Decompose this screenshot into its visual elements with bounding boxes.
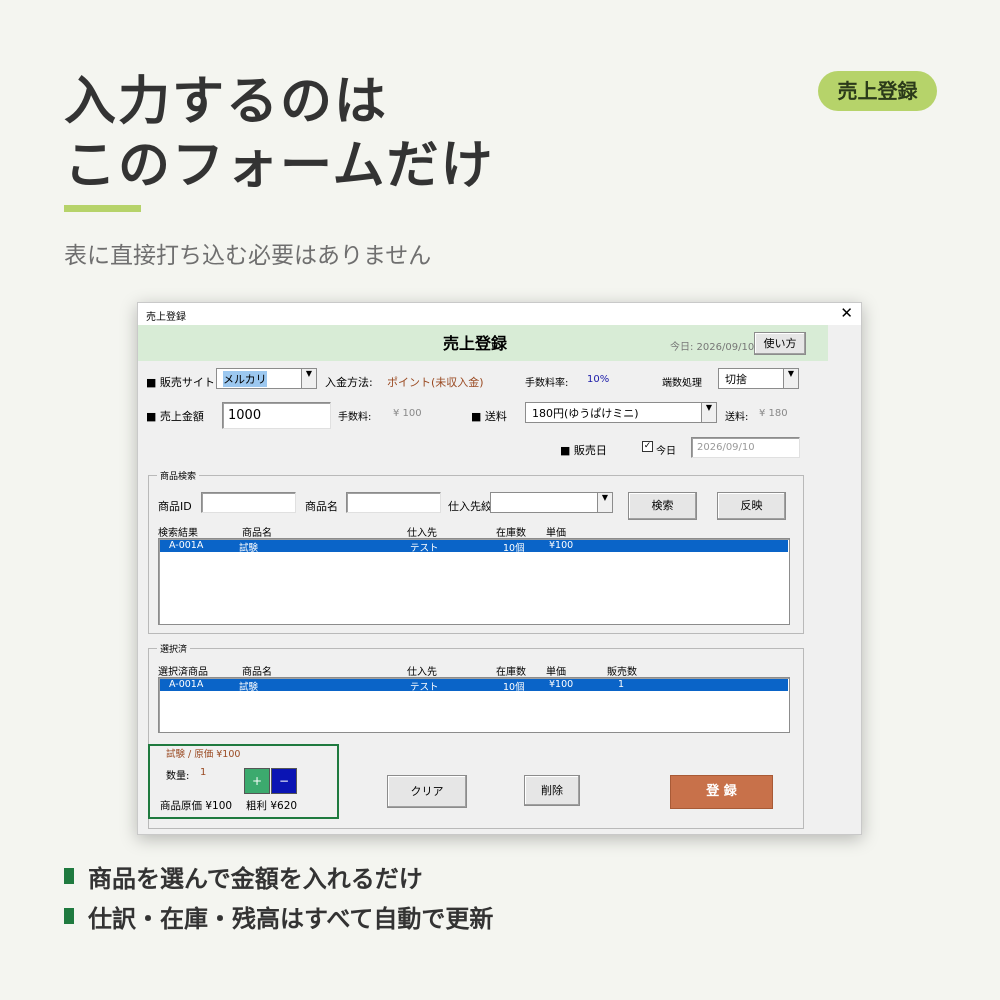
table-row[interactable]: A-001A 試験 テスト 10個 ¥100 [160,540,788,554]
col-price: 単価 [546,528,566,539]
cell-stock: 10個 [503,543,525,554]
bullet-item: 商品を選んで金額を入れるだけ [64,856,493,896]
sale-date-input[interactable]: 2026/09/10 [691,437,800,458]
col-supplier: 仕入先 [407,528,437,539]
sales-site-value: メルカリ [223,371,267,387]
product-search-group: 商品検索 商品ID 商品名 仕入先絞込 ▼ 検索 反映 検索結果 商品名 仕入先… [148,469,804,634]
product-name-input[interactable] [346,492,441,513]
chevron-down-icon[interactable]: ▼ [783,369,798,388]
bullet-list: 商品を選んで金額を入れるだけ 仕訳・在庫・残高はすべて自動で更新 [64,856,493,936]
close-icon[interactable]: ✕ [840,304,853,322]
sales-site-select[interactable]: メルカリ ▼ [216,368,317,389]
today-checkbox[interactable]: ✓ [642,441,653,452]
bullet-marker [64,868,74,884]
cell-supplier: テスト [410,543,439,554]
today-checkbox-label: 今日 [656,446,676,457]
profit-label: 粗利 ¥620 [246,800,298,812]
fee-label: 手数料: [338,412,372,423]
badge: 売上登録 [818,71,937,111]
bullet-marker [64,908,74,924]
selected-info: 試験 / 原価 ¥100 [166,749,241,760]
qty-value: 1 [200,767,207,778]
col-product-name: 商品名 [242,528,272,539]
col-selected-product: 選択済商品 [158,667,208,678]
sale-date-label: ■ 販売日 [560,444,607,457]
sales-amount-label: ■ 売上金額 [146,410,204,423]
product-id-input[interactable] [201,492,296,513]
product-id-label: 商品ID [158,500,192,513]
clear-button[interactable]: クリア [387,775,467,808]
apply-button[interactable]: 反映 [717,492,786,520]
minus-button[interactable]: − [271,768,297,794]
cell-name: 試験 [239,543,259,554]
shipping-value: 180円(ゆうぱけミニ) [532,407,639,420]
plus-button[interactable]: + [244,768,270,794]
bullet-item: 仕訳・在庫・残高はすべて自動で更新 [64,896,493,936]
fee-rate-label: 手数料率: [525,378,569,389]
chevron-down-icon[interactable]: ▼ [597,493,612,512]
col-supplier: 仕入先 [407,667,437,678]
cell-qty: 1 [618,679,625,690]
cost-label: 商品原価 ¥100 [160,800,233,812]
col-search-result: 検索結果 [158,528,198,539]
product-name-label: 商品名 [305,500,338,513]
sales-registration-window: 売上登録 ✕ 売上登録 今日: 2026/09/10 使い方 ■ 販売サイト メ… [137,302,862,835]
chevron-down-icon[interactable]: ▼ [701,403,716,422]
col-product-name: 商品名 [242,667,272,678]
cell-id: A-001A [169,679,204,690]
col-price: 単価 [546,667,566,678]
delete-button[interactable]: 削除 [524,775,580,806]
bullet-text: 仕訳・在庫・残高はすべて自動で更新 [88,904,494,933]
help-button[interactable]: 使い方 [754,332,806,355]
search-button[interactable]: 検索 [628,492,697,520]
shipping-cost-label: 送料: [725,412,749,423]
col-stock: 在庫数 [496,667,526,678]
headline: 入力するのは このフォームだけ [64,70,494,198]
payment-method-value: ポイント(未収入金) [387,376,484,389]
subtitle: 表に直接打ち込む必要はありません [64,243,432,269]
cell-price: ¥100 [549,679,574,690]
accent-line [64,205,141,212]
search-group-label: 商品検索 [157,469,200,482]
fee-value: ¥ 100 [393,408,422,419]
cell-stock: 10個 [503,682,525,693]
shipping-select[interactable]: 180円(ゆうぱけミニ) ▼ [525,402,717,423]
cell-id: A-001A [169,540,204,551]
fee-rate-value: 10% [587,374,610,385]
shipping-label: ■ 送料 [471,410,507,423]
shipping-cost-value: ¥ 180 [759,408,788,419]
col-stock: 在庫数 [496,528,526,539]
title-bar: 売上登録 ✕ [138,303,861,325]
register-button[interactable]: 登 録 [670,775,773,809]
col-sales-qty: 販売数 [607,667,637,678]
rounding-label: 端数処理 [662,378,702,389]
window-title: 売上登録 [146,312,186,323]
payment-method-label: 入金方法: [325,376,373,389]
search-result-list[interactable]: A-001A 試験 テスト 10個 ¥100 [158,538,790,625]
selected-group-label: 選択済 [157,642,191,655]
quantity-highlight-box: 試験 / 原価 ¥100 数量: 1 + − 商品原価 ¥100 粗利 ¥620 [148,744,339,819]
rounding-select[interactable]: 切捨 ▼ [718,368,799,389]
cell-price: ¥100 [549,540,574,551]
today-label: 今日: 2026/09/10 [670,342,755,353]
bullet-text: 商品を選んで金額を入れるだけ [88,864,423,893]
cell-supplier: テスト [410,682,439,693]
qty-label: 数量: [166,771,190,782]
selected-list[interactable]: A-001A 試験 テスト 10個 ¥100 1 [158,677,790,733]
rounding-value: 切捨 [725,373,747,386]
sales-site-label: ■ 販売サイト [146,376,215,389]
form-title: 売上登録 [443,334,508,353]
form-header: 売上登録 今日: 2026/09/10 使い方 [138,325,828,361]
headline-line-1: 入力するのは [64,72,389,132]
chevron-down-icon[interactable]: ▼ [301,369,316,388]
table-row[interactable]: A-001A 試験 テスト 10個 ¥100 1 [160,679,788,693]
sales-amount-input[interactable]: 1000 [222,402,331,429]
cell-name: 試験 [239,682,259,693]
supplier-filter-select[interactable]: ▼ [490,492,613,513]
headline-line-2: このフォームだけ [64,136,495,196]
